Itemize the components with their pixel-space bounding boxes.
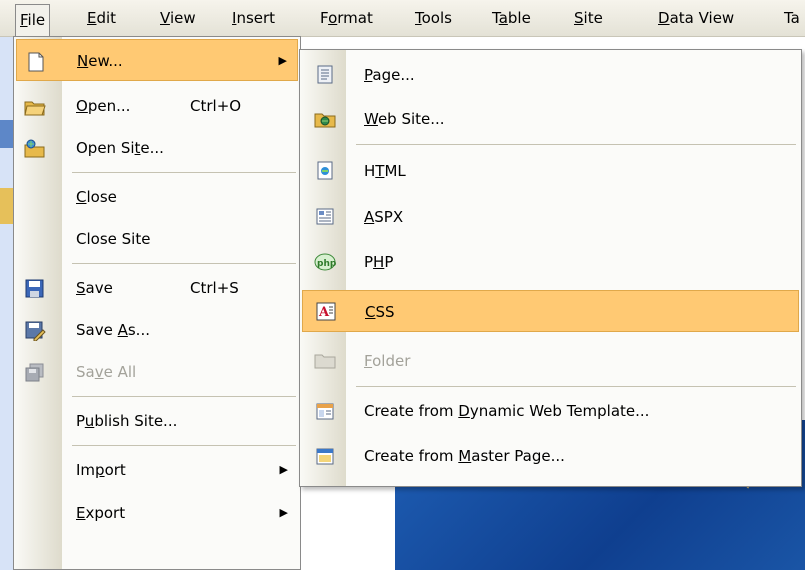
- new-folder[interactable]: Folder: [302, 340, 799, 382]
- new-html[interactable]: HTML: [302, 150, 799, 192]
- file-menu-save-all[interactable]: Save All: [16, 351, 298, 393]
- master-page-icon: [314, 446, 336, 466]
- new-from-master-page[interactable]: Create from Master Page...: [302, 435, 799, 477]
- new-from-dynamic-web-template[interactable]: Create from Dynamic Web Template...: [302, 390, 799, 432]
- menu-table[interactable]: Table: [488, 5, 535, 31]
- page-icon: [314, 65, 336, 85]
- menu-file[interactable]: File: [15, 4, 51, 36]
- background-window-strip: [0, 36, 14, 570]
- file-menu-save[interactable]: Save Ctrl+S: [16, 267, 298, 309]
- file-menu: New... ▶ Open... Ctrl+O Open Site... Clo…: [13, 36, 301, 570]
- svg-text:A: A: [318, 305, 330, 320]
- file-menu-new[interactable]: New... ▶: [16, 39, 298, 81]
- shortcut-label: Ctrl+S: [190, 279, 239, 297]
- folder-icon: [314, 351, 336, 371]
- menu-separator: [356, 386, 796, 387]
- menu-view[interactable]: View: [156, 5, 200, 31]
- new-aspx[interactable]: ASPX: [302, 196, 799, 238]
- menu-tools[interactable]: Tools: [411, 5, 456, 31]
- menu-separator: [72, 263, 296, 264]
- menu-ta-truncated[interactable]: Ta: [780, 5, 804, 31]
- open-folder-icon: [24, 97, 46, 117]
- file-menu-close-site[interactable]: Close Site: [16, 218, 298, 260]
- new-css[interactable]: A CSS: [302, 290, 799, 332]
- file-menu-open[interactable]: Open... Ctrl+O: [16, 85, 298, 127]
- submenu-arrow-icon: ▶: [279, 506, 288, 519]
- web-site-icon: [314, 109, 336, 129]
- new-document-icon: [25, 52, 47, 72]
- save-all-icon: [24, 363, 46, 383]
- new-web-site[interactable]: Web Site...: [302, 98, 799, 140]
- menu-separator: [72, 396, 296, 397]
- html-icon: [314, 161, 336, 181]
- submenu-arrow-icon: ▶: [278, 54, 287, 67]
- menu-edit[interactable]: Edit: [83, 5, 120, 31]
- file-menu-import[interactable]: Import ▶: [16, 449, 298, 491]
- menu-separator: [72, 445, 296, 446]
- save-as-icon: [24, 321, 46, 341]
- open-site-icon: [24, 139, 46, 159]
- aspx-icon: [314, 207, 336, 227]
- menu-site[interactable]: Site: [570, 5, 607, 31]
- file-menu-close[interactable]: Close: [16, 176, 298, 218]
- file-menu-export[interactable]: Export ▶: [16, 492, 298, 534]
- php-icon: php: [314, 252, 336, 272]
- background-toolbar-chip: [0, 188, 14, 224]
- shortcut-label: Ctrl+O: [190, 97, 242, 115]
- save-icon: [24, 279, 46, 299]
- submenu-arrow-icon: ▶: [279, 463, 288, 476]
- background-toolbar-chip: [0, 120, 14, 148]
- dynamic-web-template-icon: [314, 401, 336, 421]
- new-page[interactable]: Page...: [302, 54, 799, 96]
- new-submenu: Page... Web Site... HTML ASPX php PHP A …: [299, 49, 802, 487]
- file-menu-save-as[interactable]: Save As...: [16, 309, 298, 351]
- menu-data-view[interactable]: Data View: [654, 5, 738, 31]
- menu-format[interactable]: Format: [316, 5, 377, 31]
- menu-separator: [72, 172, 296, 173]
- menu-bar: File Edit View Insert Format Tools Table…: [0, 0, 805, 37]
- menu-insert[interactable]: Insert: [228, 5, 279, 31]
- css-icon: A: [315, 302, 337, 322]
- file-menu-publish-site[interactable]: Publish Site...: [16, 400, 298, 442]
- svg-text:php: php: [317, 259, 336, 269]
- file-menu-open-site[interactable]: Open Site...: [16, 127, 298, 169]
- new-php[interactable]: php PHP: [302, 241, 799, 283]
- menu-separator: [356, 144, 796, 145]
